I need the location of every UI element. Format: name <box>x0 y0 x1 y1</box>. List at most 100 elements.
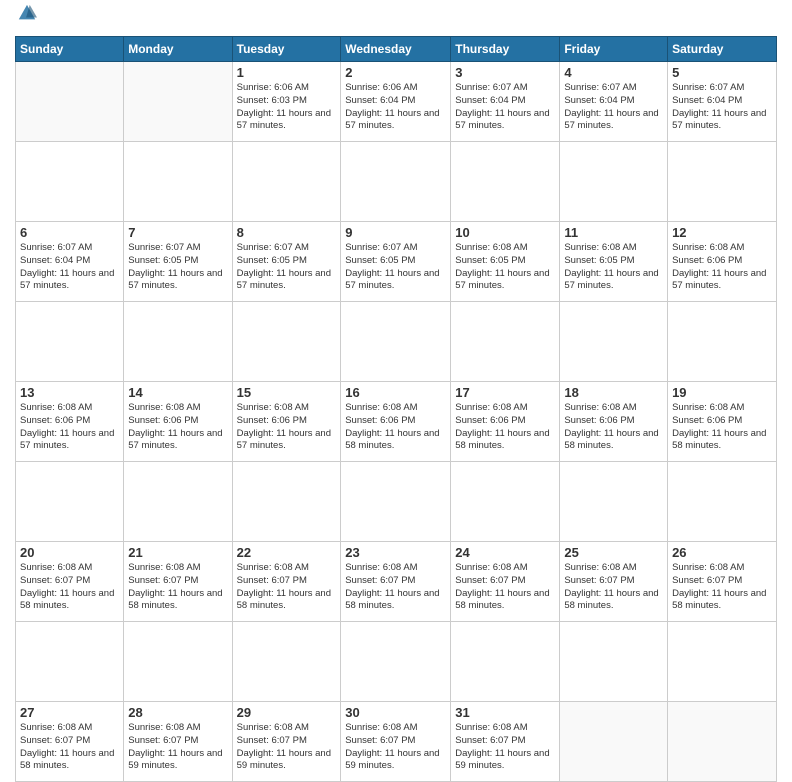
calendar-day-cell <box>668 702 777 782</box>
calendar-body: 1 Sunrise: 6:06 AMSunset: 6:03 PMDaylight… <box>16 62 777 782</box>
weekday-header: Sunday <box>16 37 124 62</box>
day-number: 15 <box>237 385 337 400</box>
day-number: 23 <box>345 545 446 560</box>
day-number: 28 <box>128 705 227 720</box>
day-number: 1 <box>237 65 337 80</box>
calendar-day-cell: 6 Sunrise: 6:07 AMSunset: 6:04 PMDaylight… <box>16 222 124 302</box>
calendar-week-row: 13 Sunrise: 6:08 AMSunset: 6:06 PMDayligh… <box>16 382 777 462</box>
day-number: 27 <box>20 705 119 720</box>
day-info: Sunrise: 6:08 AMSunset: 6:06 PMDaylight:… <box>237 402 337 453</box>
calendar-day-cell <box>124 62 232 142</box>
day-info: Sunrise: 6:08 AMSunset: 6:06 PMDaylight:… <box>672 402 772 453</box>
weekday-header: Wednesday <box>341 37 451 62</box>
day-info: Sunrise: 6:07 AMSunset: 6:04 PMDaylight:… <box>455 82 555 133</box>
day-info: Sunrise: 6:08 AMSunset: 6:07 PMDaylight:… <box>20 722 119 773</box>
calendar-day-cell: 16 Sunrise: 6:08 AMSunset: 6:06 PMDayligh… <box>341 382 451 462</box>
day-info: Sunrise: 6:08 AMSunset: 6:06 PMDaylight:… <box>455 402 555 453</box>
day-info: Sunrise: 6:08 AMSunset: 6:07 PMDaylight:… <box>345 562 446 613</box>
day-number: 4 <box>564 65 663 80</box>
calendar-day-cell: 18 Sunrise: 6:08 AMSunset: 6:06 PMDayligh… <box>560 382 668 462</box>
day-number: 21 <box>128 545 227 560</box>
calendar-day-cell: 25Sunrise: 6:08 AMSunset: 6:07 PMDayligh… <box>560 542 668 622</box>
day-number: 31 <box>455 705 555 720</box>
calendar-day-cell: 24 Sunrise: 6:08 AMSunset: 6:07 PMDayligh… <box>451 542 560 622</box>
day-number: 6 <box>20 225 119 240</box>
day-number: 16 <box>345 385 446 400</box>
day-number: 5 <box>672 65 772 80</box>
day-info: Sunrise: 6:08 AMSunset: 6:05 PMDaylight:… <box>564 242 663 293</box>
week-separator <box>16 622 777 702</box>
day-info: Sunrise: 6:07 AMSunset: 6:04 PMDaylight:… <box>20 242 119 293</box>
calendar-day-cell: 27 Sunrise: 6:08 AMSunset: 6:07 PMDayligh… <box>16 702 124 782</box>
day-number: 18 <box>564 385 663 400</box>
day-info: Sunrise: 6:08 AMSunset: 6:07 PMDaylight:… <box>237 722 337 773</box>
day-info: Sunrise: 6:07 AMSunset: 6:05 PMDaylight:… <box>345 242 446 293</box>
weekday-header: Friday <box>560 37 668 62</box>
day-info: Sunrise: 6:06 AMSunset: 6:03 PMDaylight:… <box>237 82 337 133</box>
calendar-day-cell: 17Sunrise: 6:08 AMSunset: 6:06 PMDayligh… <box>451 382 560 462</box>
calendar-day-cell: 1 Sunrise: 6:06 AMSunset: 6:03 PMDaylight… <box>232 62 341 142</box>
calendar-day-cell: 5 Sunrise: 6:07 AMSunset: 6:04 PMDaylight… <box>668 62 777 142</box>
calendar-day-cell <box>16 62 124 142</box>
calendar-day-cell: 13Sunrise: 6:08 AMSunset: 6:06 PMDayligh… <box>16 382 124 462</box>
weekday-header: Thursday <box>451 37 560 62</box>
day-info: Sunrise: 6:08 AMSunset: 6:07 PMDaylight:… <box>345 722 446 773</box>
calendar-day-cell: 4 Sunrise: 6:07 AMSunset: 6:04 PMDaylight… <box>560 62 668 142</box>
calendar-week-row: 6 Sunrise: 6:07 AMSunset: 6:04 PMDaylight… <box>16 222 777 302</box>
calendar-week-row: 20 Sunrise: 6:08 AMSunset: 6:07 PMDayligh… <box>16 542 777 622</box>
calendar-day-cell: 20 Sunrise: 6:08 AMSunset: 6:07 PMDayligh… <box>16 542 124 622</box>
day-info: Sunrise: 6:08 AMSunset: 6:07 PMDaylight:… <box>20 562 119 613</box>
calendar-day-cell: 21 Sunrise: 6:08 AMSunset: 6:07 PMDayligh… <box>124 542 232 622</box>
day-info: Sunrise: 6:08 AMSunset: 6:06 PMDaylight:… <box>564 402 663 453</box>
header <box>15 10 777 28</box>
calendar-week-row: 1 Sunrise: 6:06 AMSunset: 6:03 PMDaylight… <box>16 62 777 142</box>
week-separator <box>16 462 777 542</box>
day-info: Sunrise: 6:08 AMSunset: 6:07 PMDaylight:… <box>237 562 337 613</box>
day-info: Sunrise: 6:08 AMSunset: 6:07 PMDaylight:… <box>128 562 227 613</box>
day-info: Sunrise: 6:08 AMSunset: 6:06 PMDaylight:… <box>128 402 227 453</box>
week-separator <box>16 302 777 382</box>
calendar-day-cell: 2 Sunrise: 6:06 AMSunset: 6:04 PMDaylight… <box>341 62 451 142</box>
calendar-week-row: 27 Sunrise: 6:08 AMSunset: 6:07 PMDayligh… <box>16 702 777 782</box>
calendar-header-row: SundayMondayTuesdayWednesdayThursdayFrid… <box>16 37 777 62</box>
day-number: 24 <box>455 545 555 560</box>
calendar-day-cell: 29 Sunrise: 6:08 AMSunset: 6:07 PMDayligh… <box>232 702 341 782</box>
logo <box>15 10 37 28</box>
day-info: Sunrise: 6:08 AMSunset: 6:07 PMDaylight:… <box>128 722 227 773</box>
calendar-day-cell: 15 Sunrise: 6:08 AMSunset: 6:06 PMDayligh… <box>232 382 341 462</box>
day-number: 19 <box>672 385 772 400</box>
day-number: 13 <box>20 385 119 400</box>
day-info: Sunrise: 6:07 AMSunset: 6:05 PMDaylight:… <box>128 242 227 293</box>
calendar-day-cell: 26 Sunrise: 6:08 AMSunset: 6:07 PMDayligh… <box>668 542 777 622</box>
week-separator <box>16 142 777 222</box>
day-number: 3 <box>455 65 555 80</box>
day-info: Sunrise: 6:08 AMSunset: 6:07 PMDaylight:… <box>564 562 663 613</box>
calendar-day-cell: 8 Sunrise: 6:07 AMSunset: 6:05 PMDaylight… <box>232 222 341 302</box>
calendar-day-cell: 7Sunrise: 6:07 AMSunset: 6:05 PMDaylight… <box>124 222 232 302</box>
day-info: Sunrise: 6:08 AMSunset: 6:06 PMDaylight:… <box>345 402 446 453</box>
day-number: 29 <box>237 705 337 720</box>
day-info: Sunrise: 6:06 AMSunset: 6:04 PMDaylight:… <box>345 82 446 133</box>
day-number: 26 <box>672 545 772 560</box>
day-number: 14 <box>128 385 227 400</box>
day-info: Sunrise: 6:08 AMSunset: 6:07 PMDaylight:… <box>455 562 555 613</box>
day-number: 12 <box>672 225 772 240</box>
day-number: 8 <box>237 225 337 240</box>
calendar-day-cell: 22Sunrise: 6:08 AMSunset: 6:07 PMDayligh… <box>232 542 341 622</box>
day-number: 20 <box>20 545 119 560</box>
day-number: 2 <box>345 65 446 80</box>
calendar-day-cell: 31 Sunrise: 6:08 AMSunset: 6:07 PMDayligh… <box>451 702 560 782</box>
calendar-day-cell: 12 Sunrise: 6:08 AMSunset: 6:06 PMDayligh… <box>668 222 777 302</box>
calendar-day-cell: 9Sunrise: 6:07 AMSunset: 6:05 PMDaylight… <box>341 222 451 302</box>
calendar-day-cell <box>560 702 668 782</box>
calendar: SundayMondayTuesdayWednesdayThursdayFrid… <box>15 36 777 782</box>
day-info: Sunrise: 6:08 AMSunset: 6:07 PMDaylight:… <box>455 722 555 773</box>
day-info: Sunrise: 6:07 AMSunset: 6:05 PMDaylight:… <box>237 242 337 293</box>
day-info: Sunrise: 6:08 AMSunset: 6:05 PMDaylight:… <box>455 242 555 293</box>
weekday-header: Monday <box>124 37 232 62</box>
calendar-day-cell: 23 Sunrise: 6:08 AMSunset: 6:07 PMDayligh… <box>341 542 451 622</box>
day-info: Sunrise: 6:07 AMSunset: 6:04 PMDaylight:… <box>672 82 772 133</box>
day-info: Sunrise: 6:08 AMSunset: 6:06 PMDaylight:… <box>672 242 772 293</box>
day-info: Sunrise: 6:08 AMSunset: 6:07 PMDaylight:… <box>672 562 772 613</box>
day-info: Sunrise: 6:07 AMSunset: 6:04 PMDaylight:… <box>564 82 663 133</box>
